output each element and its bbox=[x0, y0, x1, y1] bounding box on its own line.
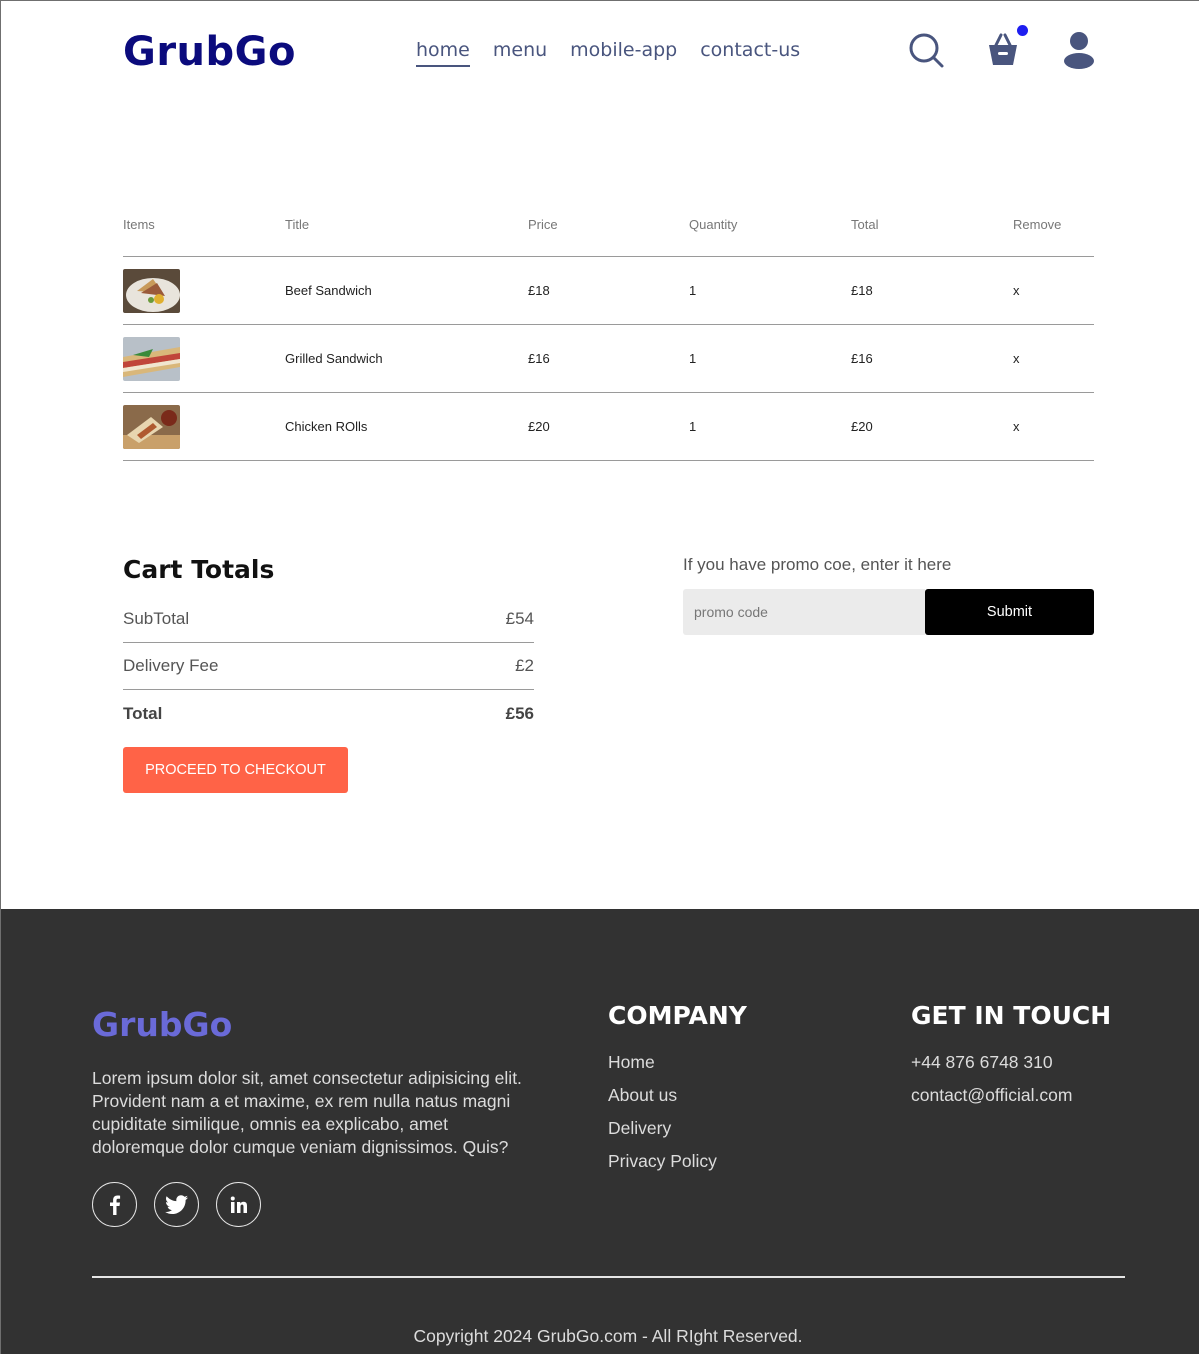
contact-email: contact@official.com bbox=[911, 1085, 1073, 1105]
total-label: Total bbox=[123, 703, 163, 723]
item-quantity: 1 bbox=[689, 283, 697, 298]
contact-phone: +44 876 6748 310 bbox=[911, 1052, 1053, 1072]
item-title: Beef Sandwich bbox=[285, 283, 372, 298]
table-header: Items Title Price Quantity Total Remove bbox=[123, 207, 1094, 257]
item-total: £18 bbox=[851, 283, 873, 298]
delivery-fee-line: Delivery Fee £2 bbox=[123, 643, 534, 690]
item-quantity: 1 bbox=[689, 419, 697, 434]
header: GrubGo home menu mobile-app contact-us bbox=[1, 1, 1199, 101]
item-price: £18 bbox=[528, 283, 550, 298]
footer-link-privacy-policy[interactable]: Privacy Policy bbox=[608, 1151, 747, 1172]
promo-prompt: If you have promo coe, enter it here bbox=[683, 555, 952, 574]
contact-column: GET IN TOUCH +44 876 6748 310 contact@of… bbox=[911, 1001, 1111, 1118]
item-title: Grilled Sandwich bbox=[285, 351, 383, 366]
promo-submit-button[interactable]: Submit bbox=[925, 589, 1094, 635]
item-image bbox=[123, 336, 285, 381]
item-title: Chicken ROlls bbox=[285, 419, 368, 434]
remove-button[interactable]: x bbox=[1013, 283, 1094, 298]
footer: GrubGo Lorem ipsum dolor sit, amet conse… bbox=[1, 909, 1199, 1354]
main-nav: home menu mobile-app contact-us bbox=[416, 39, 800, 67]
nav-contact-us[interactable]: contact-us bbox=[700, 39, 800, 67]
item-price: £16 bbox=[528, 351, 550, 366]
copyright: Copyright 2024 GrubGo.com - All RIght Re… bbox=[413, 1326, 803, 1346]
item-price: £20 bbox=[528, 419, 550, 434]
footer-link-delivery[interactable]: Delivery bbox=[608, 1118, 747, 1139]
search-icon[interactable] bbox=[906, 29, 946, 69]
total-line: Total £56 bbox=[123, 690, 534, 737]
item-total: £20 bbox=[851, 419, 873, 434]
promo-section: If you have promo coe, enter it here Sub… bbox=[683, 555, 1094, 635]
delivery-fee-label: Delivery Fee bbox=[123, 656, 219, 675]
table-row: Grilled Sandwich £16 1 £16 x bbox=[123, 325, 1094, 393]
profile-icon[interactable] bbox=[1059, 29, 1099, 69]
remove-button[interactable]: x bbox=[1013, 419, 1094, 434]
item-quantity: 1 bbox=[689, 351, 697, 366]
footer-logo: GrubGo bbox=[92, 1005, 233, 1044]
subtotal-line: SubTotal £54 bbox=[123, 596, 534, 643]
promo-form: Submit bbox=[683, 589, 1094, 635]
cart-table: Items Title Price Quantity Total Remove … bbox=[123, 207, 1094, 461]
logo[interactable]: GrubGo bbox=[123, 29, 296, 75]
cart-totals-heading: Cart Totals bbox=[123, 555, 275, 584]
basket-icon[interactable] bbox=[983, 29, 1023, 69]
nav-mobile-app[interactable]: mobile-app bbox=[570, 39, 677, 67]
social-links bbox=[92, 1182, 261, 1227]
header-items: Items bbox=[123, 217, 155, 232]
table-row: Chicken ROlls £20 1 £20 x bbox=[123, 393, 1094, 461]
subtotal-label: SubTotal bbox=[123, 609, 190, 628]
promo-code-input[interactable] bbox=[683, 589, 925, 635]
company-heading: COMPANY bbox=[608, 1001, 747, 1030]
total-value: £56 bbox=[505, 703, 534, 723]
table-row: Beef Sandwich £18 1 £18 x bbox=[123, 257, 1094, 325]
item-image bbox=[123, 268, 285, 313]
nav-home[interactable]: home bbox=[416, 39, 470, 67]
footer-link-home[interactable]: Home bbox=[608, 1052, 747, 1073]
twitter-icon[interactable] bbox=[154, 1182, 199, 1227]
item-image bbox=[123, 404, 285, 449]
proceed-to-checkout-button[interactable]: PROCEED TO CHECKOUT bbox=[123, 747, 348, 793]
subtotal-value: £54 bbox=[505, 609, 534, 628]
linkedin-icon[interactable] bbox=[216, 1182, 261, 1227]
nav-menu[interactable]: menu bbox=[493, 39, 547, 67]
contact-heading: GET IN TOUCH bbox=[911, 1001, 1112, 1030]
header-total: Total bbox=[851, 217, 879, 232]
header-title: Title bbox=[285, 217, 310, 232]
facebook-icon[interactable] bbox=[92, 1182, 137, 1227]
cart-notification-dot bbox=[1017, 25, 1028, 36]
delivery-fee-value: £2 bbox=[515, 656, 534, 675]
header-remove: Remove bbox=[1013, 217, 1062, 232]
header-quantity: Quantity bbox=[689, 217, 738, 232]
header-price: Price bbox=[528, 217, 558, 232]
company-column: COMPANY Home About us Delivery Privacy P… bbox=[608, 1001, 747, 1184]
item-total: £16 bbox=[851, 351, 873, 366]
footer-link-about-us[interactable]: About us bbox=[608, 1085, 747, 1106]
remove-button[interactable]: x bbox=[1013, 351, 1094, 366]
footer-description: Lorem ipsum dolor sit, amet consectetur … bbox=[92, 1068, 522, 1157]
footer-divider bbox=[92, 1276, 1125, 1278]
cart-totals: Cart Totals SubTotal £54 Delivery Fee £2… bbox=[123, 555, 534, 793]
